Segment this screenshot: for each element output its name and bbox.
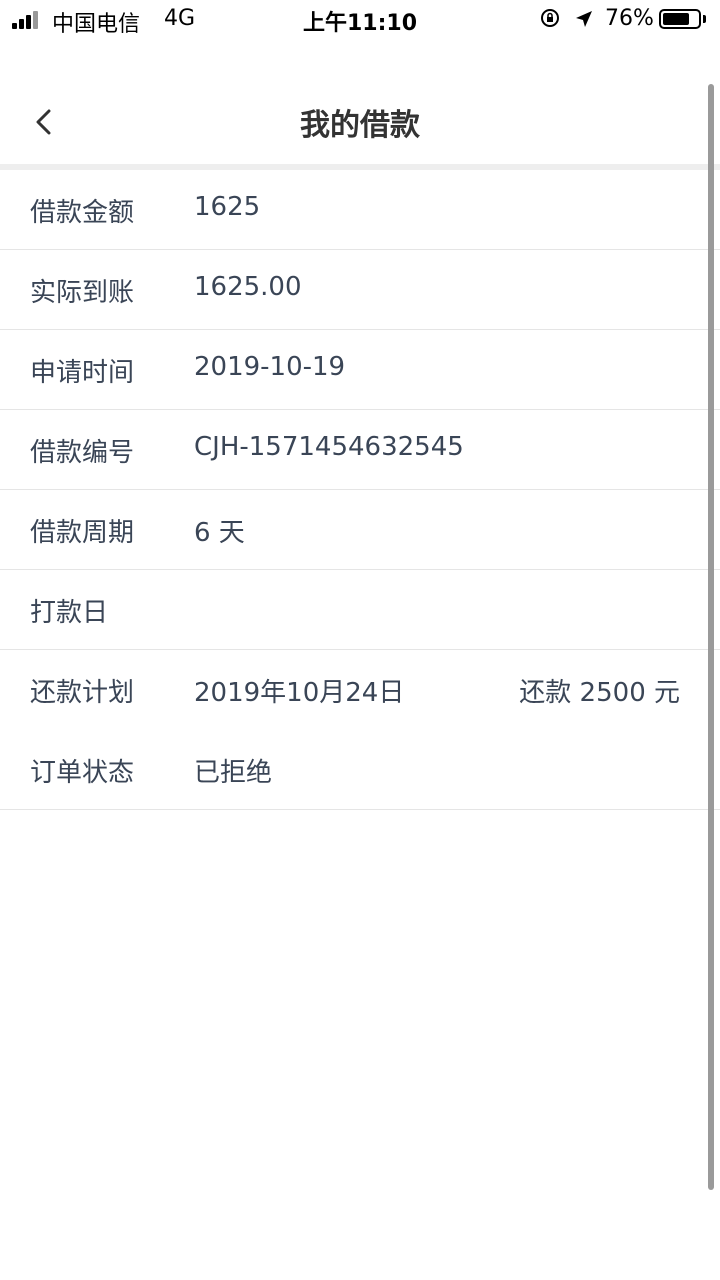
row-loan-number: 借款编号 CJH-1571454632545 bbox=[0, 410, 720, 490]
row-loan-amount: 借款金额 1625 bbox=[0, 170, 720, 250]
row-actual-received: 实际到账 1625.00 bbox=[0, 250, 720, 330]
battery-level bbox=[663, 13, 689, 25]
row-repayment-plan: 还款计划 2019年10月24日 还款 2500 元 bbox=[0, 650, 720, 730]
row-apply-time: 申请时间 2019-10-19 bbox=[0, 330, 720, 410]
row-loan-period: 借款周期 6 天 bbox=[0, 490, 720, 570]
row-order-status: 订单状态 已拒绝 bbox=[0, 730, 720, 810]
scrollbar[interactable] bbox=[708, 84, 714, 1190]
location-arrow-icon bbox=[576, 11, 592, 27]
battery-cap bbox=[703, 15, 706, 23]
row-label: 订单状态 bbox=[30, 758, 135, 788]
row-label: 借款金额 bbox=[30, 198, 135, 228]
status-bar: 中国电信 4G 上午11:10 76% bbox=[0, 0, 720, 40]
row-label: 打款日 bbox=[30, 598, 109, 628]
page: 中国电信 4G 上午11:10 76% 我的借款 借款金额 1625 实际到账 … bbox=[0, 0, 720, 1280]
row-label: 借款编号 bbox=[30, 438, 135, 468]
row-label: 申请时间 bbox=[30, 358, 135, 388]
loan-detail-list: 借款金额 1625 实际到账 1625.00 申请时间 2019-10-19 借… bbox=[0, 170, 720, 810]
row-value: 1625.00 bbox=[194, 272, 302, 302]
row-value: 1625 bbox=[194, 192, 261, 222]
battery-percent: 76% bbox=[605, 6, 654, 31]
row-value: 6 天 bbox=[194, 518, 245, 548]
row-payout-date: 打款日 bbox=[0, 570, 720, 650]
page-title: 我的借款 bbox=[300, 108, 420, 143]
rotation-lock-icon bbox=[541, 9, 559, 27]
row-value: 2019年10月24日 bbox=[194, 678, 405, 708]
row-value: 2019-10-19 bbox=[194, 352, 346, 382]
row-label: 借款周期 bbox=[30, 518, 135, 548]
row-label: 实际到账 bbox=[30, 278, 135, 308]
repayment-amount: 还款 2500 元 bbox=[519, 678, 680, 708]
row-value: CJH-1571454632545 bbox=[194, 432, 464, 462]
row-label: 还款计划 bbox=[30, 678, 135, 708]
battery-icon bbox=[659, 9, 701, 29]
navigation-bar: 我的借款 bbox=[0, 80, 720, 164]
status-badge: 已拒绝 bbox=[194, 758, 273, 788]
